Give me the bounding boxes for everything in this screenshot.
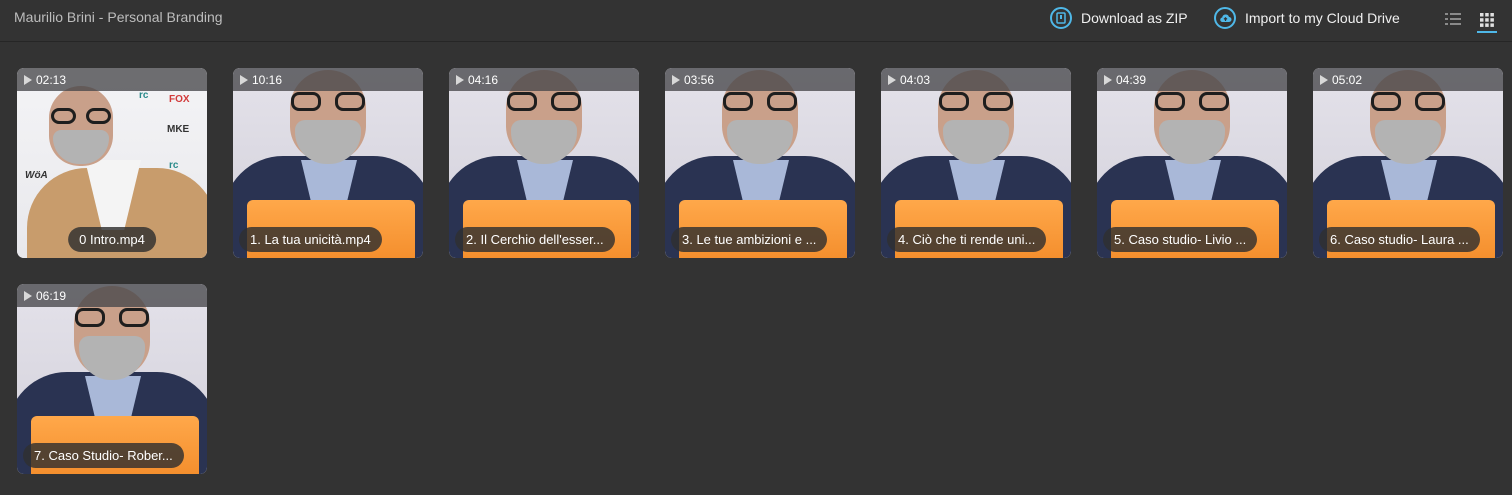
play-icon xyxy=(240,74,248,85)
video-tile[interactable]: 04:03 4. Ciò che ti rende uni... xyxy=(881,68,1071,258)
zip-icon xyxy=(1050,7,1072,29)
cloud-upload-icon xyxy=(1214,7,1236,29)
video-filename: 2. Il Cerchio dell'esser... xyxy=(455,227,615,252)
duration-bar: 04:03 xyxy=(881,68,1071,91)
video-tile[interactable]: 03:56 3. Le tue ambizioni e ... xyxy=(665,68,855,258)
video-tile[interactable]: 10:16 1. La tua unicità.mp4 xyxy=(233,68,423,258)
duration-bar: 05:02 xyxy=(1313,68,1503,91)
play-icon xyxy=(1320,74,1328,85)
top-bar: Maurilio Brini - Personal Branding Downl… xyxy=(0,0,1512,42)
video-filename: 4. Ciò che ti rende uni... xyxy=(887,227,1047,252)
video-filename: 6. Caso studio- Laura ... xyxy=(1319,227,1480,252)
video-duration: 03:56 xyxy=(684,72,715,87)
duration-bar: 06:19 xyxy=(17,284,207,307)
video-filename: 3. Le tue ambizioni e ... xyxy=(671,227,828,252)
video-tile[interactable]: 05:02 6. Caso studio- Laura ... xyxy=(1313,68,1503,258)
play-icon xyxy=(672,74,680,85)
duration-bar: 10:16 xyxy=(233,68,423,91)
play-icon xyxy=(888,74,896,85)
play-icon xyxy=(24,74,32,85)
download-zip-label: Download as ZIP xyxy=(1081,10,1188,26)
list-view-button[interactable] xyxy=(1443,9,1463,29)
video-duration: 06:19 xyxy=(36,288,67,303)
video-filename: 0 Intro.mp4 xyxy=(68,227,156,252)
video-duration: 04:39 xyxy=(1116,72,1147,87)
play-icon xyxy=(456,74,464,85)
play-icon xyxy=(24,290,32,301)
folder-title: Maurilio Brini - Personal Branding xyxy=(14,9,223,25)
duration-bar: 03:56 xyxy=(665,68,855,91)
video-filename: 7. Caso Studio- Rober... xyxy=(23,443,184,468)
import-cloud-drive-label: Import to my Cloud Drive xyxy=(1245,10,1400,26)
duration-bar: 04:16 xyxy=(449,68,639,91)
video-duration: 02:13 xyxy=(36,72,67,87)
video-filename: 5. Caso studio- Livio ... xyxy=(1103,227,1258,252)
video-tile[interactable]: 04:16 2. Il Cerchio dell'esser... xyxy=(449,68,639,258)
play-icon xyxy=(1104,74,1112,85)
list-view-icon xyxy=(1445,13,1461,25)
video-duration: 04:16 xyxy=(468,72,499,87)
duration-bar: 02:13 xyxy=(17,68,207,91)
grid-view-icon xyxy=(1480,13,1494,27)
video-tile[interactable]: rc FOX MKE rc WöA 02:13 0 Intro.mp4 xyxy=(17,68,207,258)
video-duration: 05:02 xyxy=(1332,72,1363,87)
video-duration: 04:03 xyxy=(900,72,931,87)
video-tile[interactable]: 06:19 7. Caso Studio- Rober... xyxy=(17,284,207,474)
video-tile[interactable]: 04:39 5. Caso studio- Livio ... xyxy=(1097,68,1287,258)
video-filename: 1. La tua unicità.mp4 xyxy=(239,227,382,252)
video-duration: 10:16 xyxy=(252,72,283,87)
duration-bar: 04:39 xyxy=(1097,68,1287,91)
import-cloud-drive-button[interactable]: Import to my Cloud Drive xyxy=(1214,6,1400,30)
grid-view-button[interactable] xyxy=(1477,9,1497,33)
download-zip-button[interactable]: Download as ZIP xyxy=(1050,6,1188,30)
